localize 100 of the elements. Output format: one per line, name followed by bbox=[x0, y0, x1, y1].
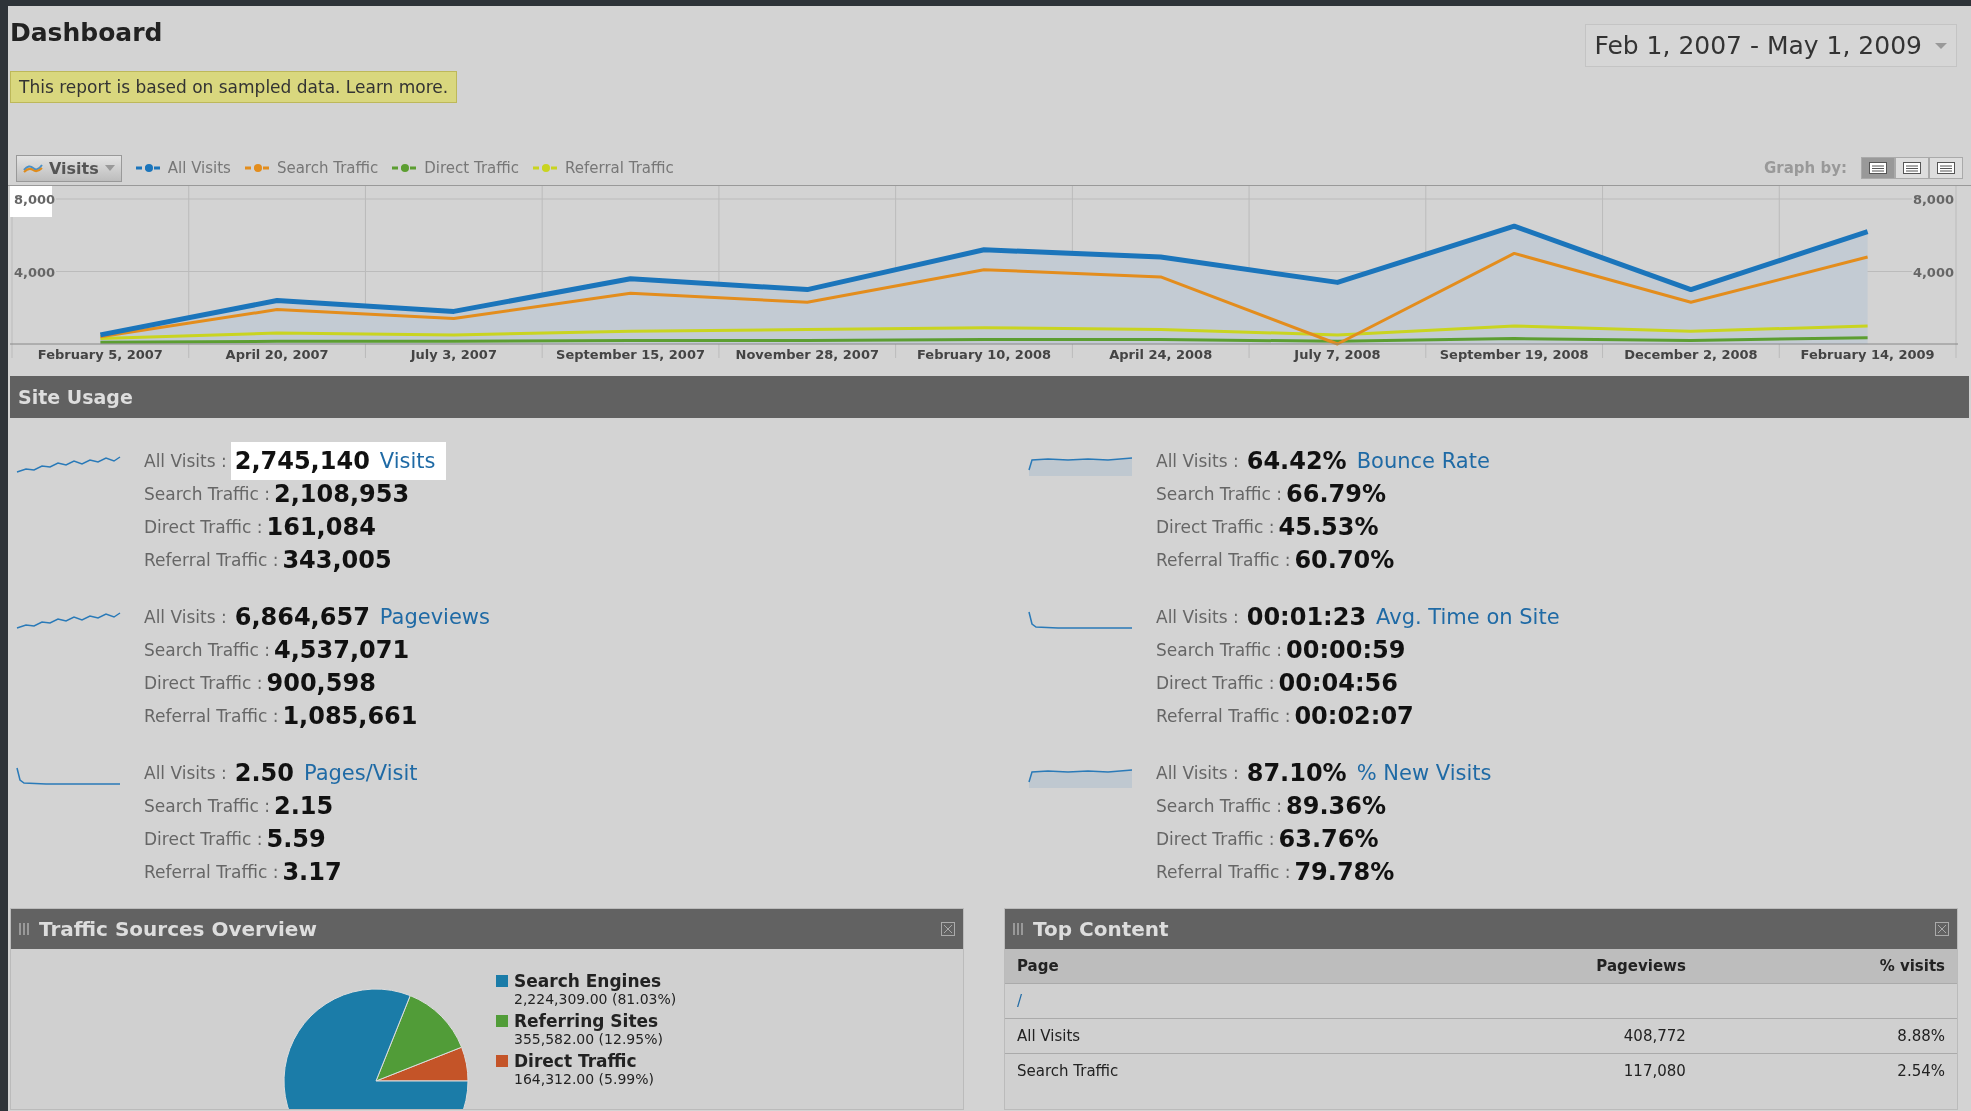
segment-label: All Visits : bbox=[1156, 762, 1239, 783]
x-axis-label: February 14, 2009 bbox=[1800, 347, 1935, 362]
series-legend-label[interactable]: All Visits bbox=[167, 159, 231, 177]
chart-lines-icon bbox=[23, 162, 43, 174]
metric-link[interactable]: Pages/Visit bbox=[303, 760, 418, 785]
segment-label: Search Traffic : bbox=[144, 795, 270, 816]
metric-value: 00:04:56 bbox=[1278, 668, 1398, 697]
x-axis-label: February 10, 2008 bbox=[916, 347, 1052, 362]
column-header: Page bbox=[1005, 949, 1369, 984]
table-cell: 2.54% bbox=[1697, 1053, 1957, 1088]
metric-value: 89.36% bbox=[1286, 791, 1386, 820]
segment-label: All Visits : bbox=[144, 762, 227, 783]
segment-label: All Visits : bbox=[1156, 606, 1239, 627]
segment-label: Referral Traffic : bbox=[1156, 705, 1291, 726]
metric-value: 4,537,071 bbox=[274, 635, 410, 664]
list-icon bbox=[1937, 162, 1955, 174]
metric-link[interactable]: Visits bbox=[379, 448, 436, 473]
page-link[interactable]: / bbox=[1017, 992, 1023, 1010]
caret-icon bbox=[1934, 41, 1948, 50]
metric-value: 64.42% bbox=[1246, 446, 1347, 475]
metric-value: 343,005 bbox=[282, 545, 392, 574]
graph-by-label: Graph by: bbox=[1764, 159, 1847, 177]
metric-value: 6,864,657 bbox=[234, 602, 370, 631]
segment-label: Referral Traffic : bbox=[144, 705, 279, 726]
metric-link[interactable]: Bounce Rate bbox=[1356, 448, 1490, 473]
y-axis-label: 8,000 bbox=[10, 186, 56, 217]
metric-value: 00:01:23 bbox=[1246, 602, 1367, 631]
segment-label: All Visits : bbox=[144, 606, 227, 627]
metric-value: 45.53% bbox=[1278, 512, 1379, 541]
date-range-picker[interactable]: Feb 1, 2007 - May 1, 2009 bbox=[1585, 24, 1957, 67]
segment-label: Search Traffic : bbox=[144, 639, 270, 660]
legend-label[interactable]: Search Engines bbox=[514, 971, 677, 991]
metric-value: 900,598 bbox=[266, 668, 376, 697]
legend-value: 164,312.00 (5.99%) bbox=[514, 1071, 654, 1087]
segment-label: All Visits : bbox=[144, 450, 227, 471]
drag-handle-icon[interactable] bbox=[19, 923, 29, 935]
y-axis-label: 4,000 bbox=[1912, 264, 1954, 280]
segment-label: Direct Traffic : bbox=[144, 828, 263, 849]
list-icon bbox=[1869, 162, 1887, 174]
y-axis-label: 4,000 bbox=[14, 264, 56, 280]
column-header: % visits bbox=[1697, 949, 1957, 984]
segment-label: Direct Traffic : bbox=[144, 516, 263, 537]
series-legend-label[interactable]: Direct Traffic bbox=[424, 159, 520, 177]
segment-label: Referral Traffic : bbox=[1156, 861, 1291, 882]
segment-label: Direct Traffic : bbox=[1156, 516, 1275, 537]
segment-label: Direct Traffic : bbox=[1156, 672, 1275, 693]
legend-label[interactable]: Direct Traffic bbox=[514, 1051, 654, 1071]
metric-value: 2.15 bbox=[274, 791, 334, 820]
legend-value: 355,582.00 (12.95%) bbox=[514, 1031, 663, 1047]
x-axis-label: April 20, 2007 bbox=[225, 347, 329, 362]
metric-value: 63.76% bbox=[1278, 824, 1379, 853]
segment-label: Referral Traffic : bbox=[1156, 549, 1291, 570]
segment-label: Search Traffic : bbox=[1156, 795, 1282, 816]
metric-value: 00:00:59 bbox=[1286, 635, 1406, 664]
metric-value: 2.50 bbox=[234, 758, 294, 787]
panel-title: Top Content bbox=[1033, 917, 1170, 941]
panel-title: Traffic Sources Overview bbox=[39, 917, 318, 941]
metric-value: 60.70% bbox=[1294, 545, 1395, 574]
metric-link[interactable]: Avg. Time on Site bbox=[1376, 604, 1560, 629]
segment-label: All Visits : bbox=[1156, 450, 1239, 471]
y-tick-label: 8,000 bbox=[14, 192, 56, 207]
page-title: Dashboard bbox=[10, 18, 164, 47]
segment-label: Direct Traffic : bbox=[1156, 828, 1275, 849]
series-legend-label[interactable]: Search Traffic bbox=[276, 159, 379, 177]
x-axis-label: September 19, 2008 bbox=[1439, 347, 1589, 362]
metric-value: 161,084 bbox=[266, 512, 376, 541]
segment-label: Search Traffic : bbox=[1156, 639, 1282, 660]
metric-dropdown[interactable]: Visits bbox=[16, 154, 122, 182]
table-cell: 408,772 bbox=[1368, 1018, 1698, 1054]
metric-value: 2,745,140 bbox=[234, 446, 370, 475]
metric-link[interactable]: Pageviews bbox=[379, 604, 490, 629]
metric-value: 87.10% bbox=[1246, 758, 1347, 787]
metric-value: 1,085,661 bbox=[282, 701, 418, 730]
segment-label: Search Traffic : bbox=[144, 483, 270, 504]
legend-value: 2,224,309.00 (81.03%) bbox=[514, 991, 677, 1007]
graph-interval-button[interactable] bbox=[1929, 157, 1963, 179]
table-cell: 117,080 bbox=[1368, 1053, 1698, 1088]
series-legend-label[interactable]: Referral Traffic bbox=[565, 159, 674, 177]
x-axis-label: July 7, 2008 bbox=[1294, 347, 1381, 362]
segment-label: Direct Traffic : bbox=[144, 672, 263, 693]
graph-interval-button[interactable] bbox=[1895, 157, 1929, 179]
table-cell: All Visits bbox=[1005, 1018, 1369, 1054]
metric-value: 3.17 bbox=[282, 857, 342, 886]
metric-value: 5.59 bbox=[266, 824, 326, 853]
close-icon[interactable] bbox=[941, 922, 955, 936]
metric-value: 00:02:07 bbox=[1294, 701, 1414, 730]
metric-value: 66.79% bbox=[1286, 479, 1386, 508]
x-axis-label: July 3, 2007 bbox=[410, 347, 497, 362]
column-header: Pageviews bbox=[1368, 949, 1698, 984]
metric-link[interactable]: % New Visits bbox=[1356, 760, 1492, 785]
table-cell: 8.88% bbox=[1697, 1018, 1957, 1054]
close-icon[interactable] bbox=[1935, 922, 1949, 936]
sampled-data-notice[interactable]: This report is based on sampled data. Learn more. bbox=[10, 71, 458, 103]
legend-label[interactable]: Referring Sites bbox=[514, 1011, 663, 1031]
x-axis-label: November 28, 2007 bbox=[735, 347, 879, 362]
graph-interval-button[interactable] bbox=[1861, 157, 1895, 179]
x-axis-label: December 2, 2008 bbox=[1624, 347, 1758, 362]
drag-handle-icon[interactable] bbox=[1013, 923, 1023, 935]
x-axis-label: April 24, 2008 bbox=[1109, 347, 1213, 362]
segment-label: Referral Traffic : bbox=[144, 549, 279, 570]
